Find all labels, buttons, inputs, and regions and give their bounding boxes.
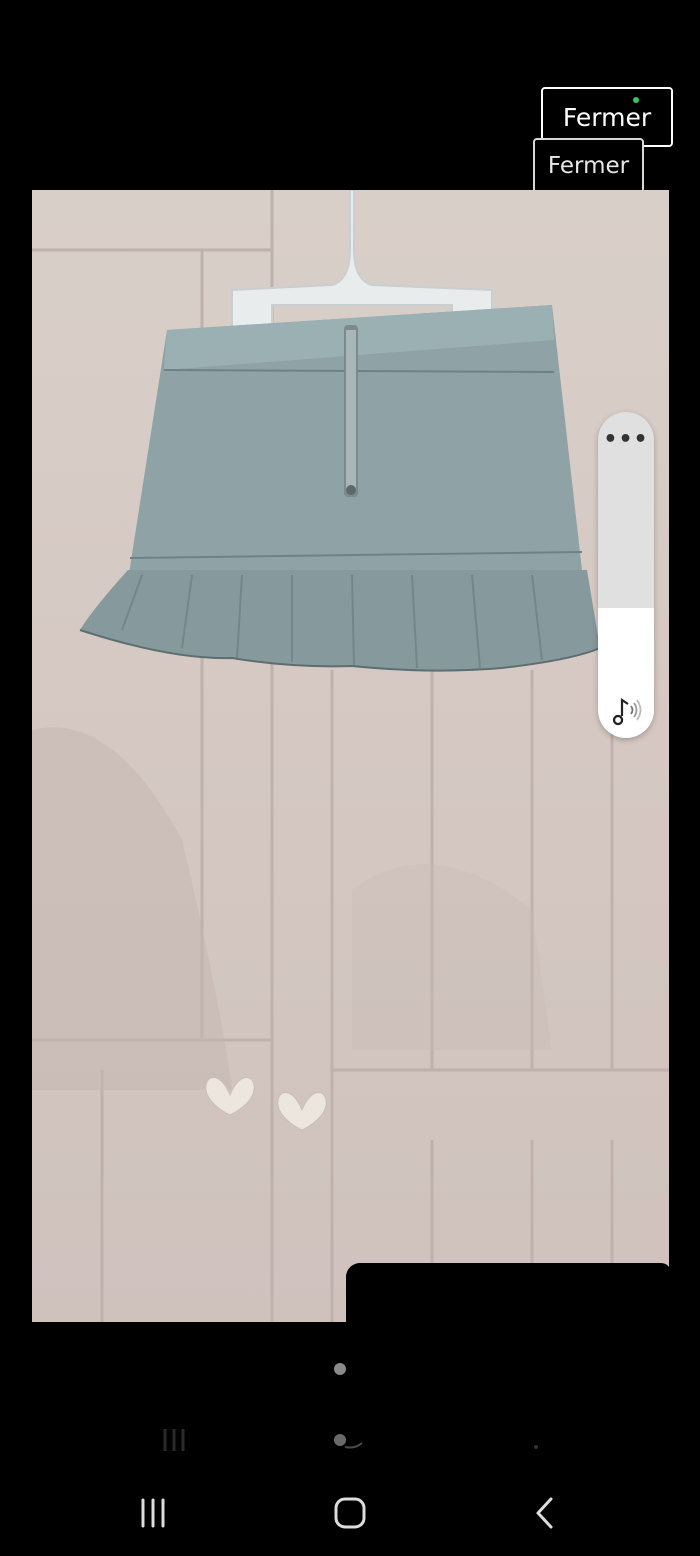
home-icon — [334, 1497, 366, 1529]
back-icon — [536, 1497, 553, 1529]
music-note-volume-icon[interactable] — [608, 692, 644, 728]
page-indicator — [334, 1363, 346, 1375]
more-options-icon[interactable]: ••• — [598, 429, 654, 451]
volume-panel[interactable]: ••• — [598, 412, 654, 738]
skirt-photo[interactable] — [32, 190, 669, 1322]
recents-icon — [141, 1498, 165, 1528]
status-dot — [633, 97, 639, 103]
overlay-panel — [346, 1263, 671, 1343]
home-button[interactable] — [310, 1470, 390, 1556]
back-button[interactable] — [505, 1470, 585, 1556]
faint-navigation-icons — [163, 1429, 538, 1451]
photo-illustration — [32, 190, 669, 1322]
navigation-bar — [0, 1470, 700, 1556]
recents-button[interactable] — [113, 1470, 193, 1556]
close-button-secondary[interactable]: Fermer — [533, 138, 644, 193]
close-button-label: Fermer — [562, 102, 652, 132]
close-button-secondary-label: Fermer — [547, 152, 630, 179]
